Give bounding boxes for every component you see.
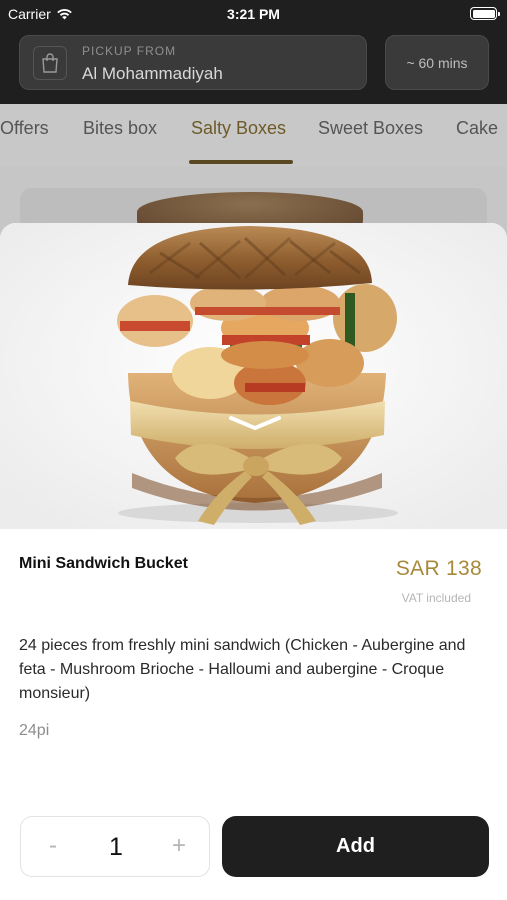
battery-icon: [470, 7, 500, 20]
pickup-location-selector[interactable]: PICKUP FROM Al Mohammadiyah: [19, 35, 367, 90]
product-price: SAR 138: [395, 557, 482, 580]
tab-salty-boxes[interactable]: Salty Boxes: [191, 118, 286, 139]
product-image: [0, 223, 507, 529]
decrement-button[interactable]: -: [35, 829, 71, 865]
quantity-value: 1: [109, 833, 123, 861]
status-bar: Carrier 3:21 PM: [0, 0, 507, 28]
eta-badge[interactable]: ~ 60 mins: [385, 35, 489, 90]
shopping-bag-icon: [33, 46, 67, 80]
product-quantity-note: 24pi: [19, 722, 50, 739]
quantity-stepper: - 1 +: [20, 816, 210, 877]
add-to-cart-button[interactable]: Add: [222, 816, 489, 877]
vat-note: VAT included: [401, 591, 471, 605]
product-detail-sheet: Mini Sandwich Bucket SAR 138 VAT include…: [0, 223, 507, 900]
product-name: Mini Sandwich Bucket: [19, 555, 188, 572]
status-time: 3:21 PM: [227, 6, 280, 22]
top-header: Carrier 3:21 PM PICKUP FROM Al Mohammadi…: [0, 0, 507, 104]
active-tab-indicator: [189, 160, 293, 164]
tab-offers[interactable]: Offers: [0, 118, 49, 139]
tab-cake[interactable]: Cake: [456, 118, 498, 139]
pickup-label: PICKUP FROM: [82, 44, 177, 58]
category-tabs: Offers Bites box Salty Boxes Sweet Boxes…: [0, 104, 507, 166]
increment-button[interactable]: +: [161, 829, 197, 865]
pickup-location-name: Al Mohammadiyah: [82, 64, 223, 83]
tab-sweet-boxes[interactable]: Sweet Boxes: [318, 118, 423, 139]
product-description: 24 pieces from freshly mini sandwich (Ch…: [19, 637, 466, 702]
chevron-down-icon[interactable]: [227, 414, 283, 432]
tab-bites-box[interactable]: Bites box: [83, 118, 157, 139]
